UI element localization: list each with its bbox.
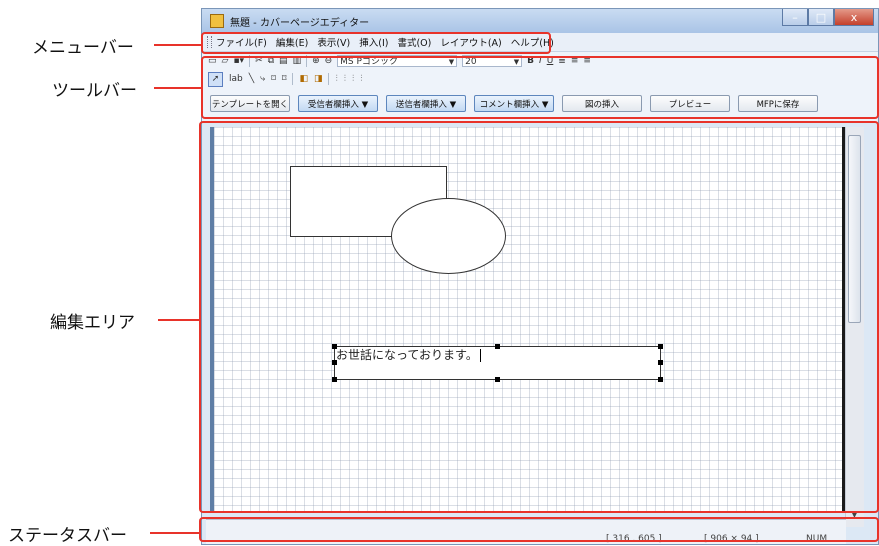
callout-edit-area-label: 編集エリア: [50, 313, 135, 333]
window-controls: – □ x: [782, 9, 874, 27]
callout-statusbar-label: ステータスバー: [8, 526, 127, 546]
callout-statusbar-leader: [150, 532, 202, 534]
callout-toolbar-label: ツールバー: [52, 81, 137, 101]
close-button[interactable]: x: [834, 9, 874, 26]
callout-menubar-leader: [154, 44, 202, 46]
callout-edit-area-leader: [158, 319, 202, 321]
callout-menubar-label: メニューバー: [32, 38, 134, 58]
minimize-button[interactable]: –: [782, 9, 808, 26]
statusbar-highlight: [199, 517, 879, 542]
menubar-highlight: [201, 32, 551, 54]
callout-toolbar-leader: [154, 87, 202, 89]
edit-area-highlight: [199, 121, 879, 513]
maximize-button[interactable]: □: [808, 9, 834, 26]
title-bar: 無題 - カバーページエディター – □ x: [202, 9, 878, 33]
window-title: 無題 - カバーページエディター: [230, 18, 370, 29]
cover-page-editor-icon: [210, 14, 224, 28]
toolbar-highlight: [201, 56, 879, 119]
